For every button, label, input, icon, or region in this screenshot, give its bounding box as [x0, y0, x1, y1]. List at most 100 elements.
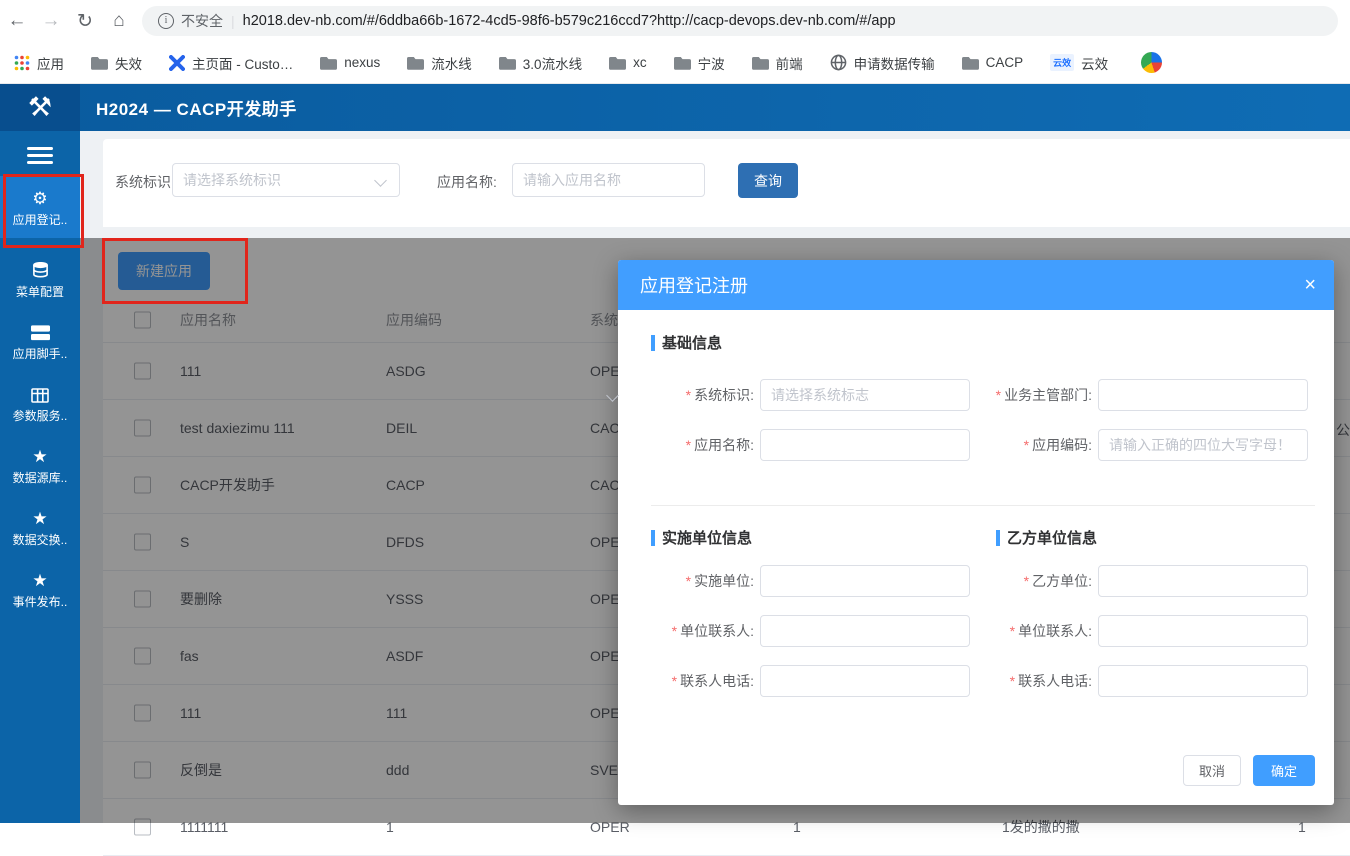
sidebar-item-menu-config[interactable]: 菜单配置 — [0, 248, 80, 310]
folder-icon — [320, 56, 337, 70]
folder-icon — [962, 56, 979, 70]
section-label: 实施单位信息 — [662, 527, 752, 548]
sidebar-item-label: 应用脚手.. — [13, 345, 68, 362]
required-mark: * — [996, 387, 1001, 403]
url-text[interactable]: h2018.dev-nb.com/#/6ddba66b-1672-4cd5-98… — [243, 13, 896, 29]
field-label: *系统标识: — [630, 385, 754, 405]
section-bar — [996, 530, 1000, 546]
star-icon: ★ — [32, 445, 47, 465]
hamburger-icon — [27, 147, 53, 164]
cancel-button[interactable]: 取消 — [1183, 755, 1241, 786]
sidebar-item-data-exchange[interactable]: ★ 数据交换.. — [0, 496, 80, 558]
field-impl-phone: *联系人电话: — [630, 665, 970, 697]
bookmarks-bar: 应用 失效 主页面 - Custo… nexus 流水线 3.0流水线 xc 宁… — [0, 42, 1350, 84]
table-grid-icon — [31, 383, 49, 403]
impl-phone-input[interactable] — [760, 665, 970, 697]
page-title: H2024 — CACP开发助手 — [96, 84, 297, 131]
sidebar-item-event-publish[interactable]: ★ 事件发布.. — [0, 558, 80, 620]
bookmark-xc[interactable]: xc — [609, 55, 647, 70]
required-mark: * — [1010, 673, 1015, 689]
address-bar[interactable]: i 不安全 | h2018.dev-nb.com/#/6ddba66b-1672… — [142, 6, 1338, 36]
bookmark-pipeline30[interactable]: 3.0流水线 — [499, 53, 582, 73]
field-label: *实施单位: — [630, 571, 754, 591]
required-mark: * — [1024, 573, 1029, 589]
app-name-label: 应用名称: — [437, 172, 497, 192]
x-logo-icon — [169, 55, 185, 71]
sidebar-item-param-service[interactable]: 参数服务.. — [0, 372, 80, 434]
dept-input[interactable] — [1098, 379, 1308, 411]
bookmark-label: 失效 — [115, 53, 142, 73]
yunxiao-icon: 云效 — [1050, 54, 1074, 71]
app-register-dialog: 应用登记注册 × 基础信息 *系统标识: *业务主管部门: *应用名称: *应用… — [618, 260, 1334, 805]
pb-unit-input[interactable] — [1098, 565, 1308, 597]
system-id-select[interactable] — [172, 163, 400, 197]
bookmark-ningbo[interactable]: 宁波 — [674, 53, 725, 73]
sidebar-item-data-source[interactable]: ★ 数据源库.. — [0, 434, 80, 496]
field-label: *业务主管部门: — [985, 385, 1092, 405]
bookmark-apps[interactable]: 应用 — [14, 53, 64, 73]
field-label: *单位联系人: — [985, 621, 1092, 641]
bookmark-main-page[interactable]: 主页面 - Custo… — [169, 53, 293, 73]
app-name-input[interactable] — [760, 429, 970, 461]
app-name-input[interactable] — [512, 163, 705, 197]
section-label: 乙方单位信息 — [1007, 527, 1097, 548]
impl-contact-input[interactable] — [760, 615, 970, 647]
bookmark-frontend[interactable]: 前端 — [752, 53, 803, 73]
sidebar-item-label: 参数服务.. — [13, 407, 68, 424]
bookmark-label: 宁波 — [698, 53, 725, 73]
required-mark: * — [686, 387, 691, 403]
back-icon[interactable]: ← — [0, 10, 34, 32]
crossed-tools-logo-icon: ⚒ — [28, 94, 52, 121]
folder-icon — [674, 56, 691, 70]
site-info-icon[interactable]: i — [158, 13, 174, 29]
bookmark-pipeline[interactable]: 流水线 — [407, 53, 472, 73]
field-label: *联系人电话: — [630, 671, 754, 691]
folder-icon — [91, 56, 108, 70]
sidebar-item-app-scaffold[interactable]: 应用脚手.. — [0, 310, 80, 372]
field-label: *联系人电话: — [985, 671, 1092, 691]
sidebar-collapse-button[interactable] — [0, 141, 80, 169]
field-label: *应用编码: — [985, 435, 1092, 455]
reload-icon[interactable]: ↻ — [68, 10, 102, 33]
field-pb-phone: *联系人电话: — [985, 665, 1308, 697]
bookmark-shixiao[interactable]: 失效 — [91, 53, 142, 73]
bookmark-label: 云效 — [1081, 53, 1108, 73]
address-separator: | — [231, 13, 235, 29]
field-label: *单位联系人: — [630, 621, 754, 641]
home-icon[interactable]: ⌂ — [102, 10, 136, 32]
bookmark-label: 前端 — [776, 53, 803, 73]
field-label: *应用名称: — [630, 435, 754, 455]
close-icon[interactable]: × — [1304, 260, 1316, 310]
section-bar — [651, 530, 655, 546]
system-id-select[interactable] — [760, 379, 970, 411]
bookmark-nexus[interactable]: nexus — [320, 55, 380, 70]
section-bar — [651, 335, 655, 351]
required-mark: * — [672, 623, 677, 639]
impl-unit-input[interactable] — [760, 565, 970, 597]
section-divider — [651, 505, 1315, 506]
bookmark-yunxiao[interactable]: 云效 云效 — [1050, 53, 1108, 73]
sidebar-item-label: 事件发布.. — [13, 593, 68, 610]
folder-icon — [609, 56, 626, 70]
bookmark-label: 3.0流水线 — [523, 53, 582, 73]
pb-contact-input[interactable] — [1098, 615, 1308, 647]
app-code-input[interactable] — [1098, 429, 1308, 461]
bookmark-data-transfer[interactable]: 申请数据传输 — [830, 53, 935, 73]
bookmark-label: nexus — [344, 55, 380, 70]
query-button[interactable]: 查询 — [738, 163, 798, 198]
annotation-box-sidebar — [3, 174, 84, 248]
field-label: *乙方单位: — [985, 571, 1092, 591]
pb-phone-input[interactable] — [1098, 665, 1308, 697]
bookmark-cacp[interactable]: CACP — [962, 55, 1024, 70]
dialog-title: 应用登记注册 — [640, 260, 748, 310]
field-app-name: *应用名称: — [630, 429, 970, 461]
server-icon — [31, 321, 50, 341]
browser-toolbar: ← → ↻ ⌂ i 不安全 | h2018.dev-nb.com/#/6ddba… — [0, 0, 1350, 42]
section-basic-info: 基础信息 — [651, 332, 722, 353]
field-app-code: *应用编码: — [985, 429, 1308, 461]
folder-icon — [499, 56, 516, 70]
forward-icon[interactable]: → — [34, 10, 68, 32]
confirm-button[interactable]: 确定 — [1253, 755, 1315, 786]
required-mark: * — [686, 437, 691, 453]
extension-icon[interactable] — [1141, 52, 1162, 73]
